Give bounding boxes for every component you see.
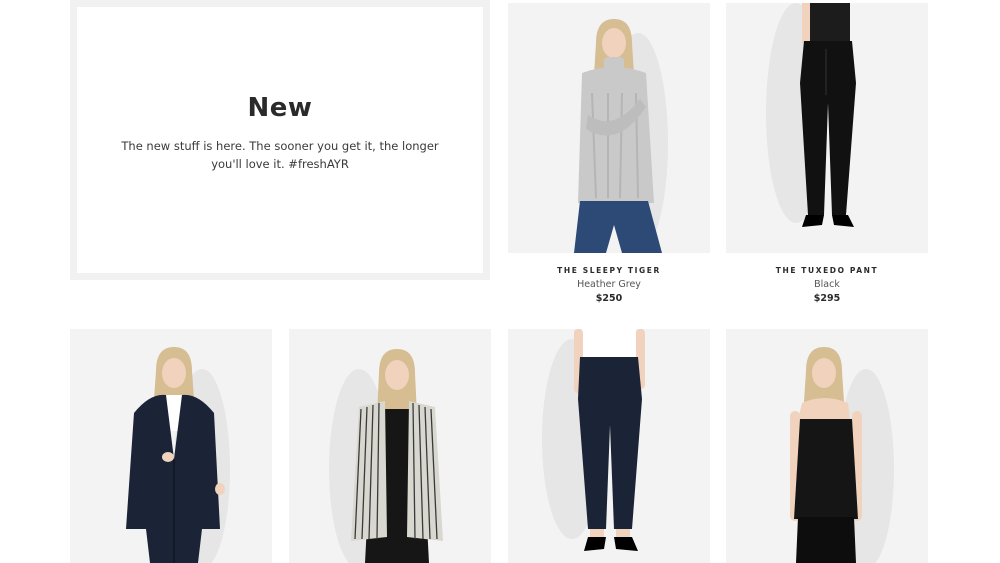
- product-image-sleepy-tiger[interactable]: [508, 3, 710, 253]
- black-tuxedo-pant-image: [726, 3, 928, 253]
- product-info-sleepy-tiger: THE SLEEPY TIGER Heather Grey $250: [508, 266, 710, 304]
- model-sweater-jeans-image: [508, 3, 710, 253]
- model-striped-vest-image: [289, 329, 491, 563]
- model-black-camisole-image: [726, 329, 928, 563]
- intro-title: New: [247, 93, 313, 123]
- product-name[interactable]: THE SLEEPY TIGER: [508, 266, 710, 275]
- product-image-tuxedo-pant[interactable]: [726, 3, 928, 253]
- intro-description: The new stuff is here. The sooner you ge…: [121, 139, 439, 171]
- intro-card: New The new stuff is here. The sooner yo…: [70, 0, 490, 280]
- product-image-blazer[interactable]: [70, 329, 272, 563]
- product-price: $250: [595, 293, 623, 304]
- product-info-tuxedo-pant: THE TUXEDO PANT Black $295: [726, 266, 928, 304]
- product-name[interactable]: THE TUXEDO PANT: [726, 266, 928, 275]
- product-color: Heather Grey: [577, 279, 641, 290]
- product-image-camisole[interactable]: [726, 329, 928, 563]
- product-grid-page: New The new stuff is here. The sooner yo…: [0, 0, 1000, 563]
- navy-cropped-pant-image: [508, 329, 710, 563]
- product-image-striped-vest[interactable]: [289, 329, 491, 563]
- product-image-navy-pant[interactable]: [508, 329, 710, 563]
- intro-card-inner: New The new stuff is here. The sooner yo…: [77, 7, 483, 273]
- model-navy-suit-image: [70, 329, 272, 563]
- product-color: Black: [814, 279, 840, 290]
- product-price: $295: [813, 293, 841, 304]
